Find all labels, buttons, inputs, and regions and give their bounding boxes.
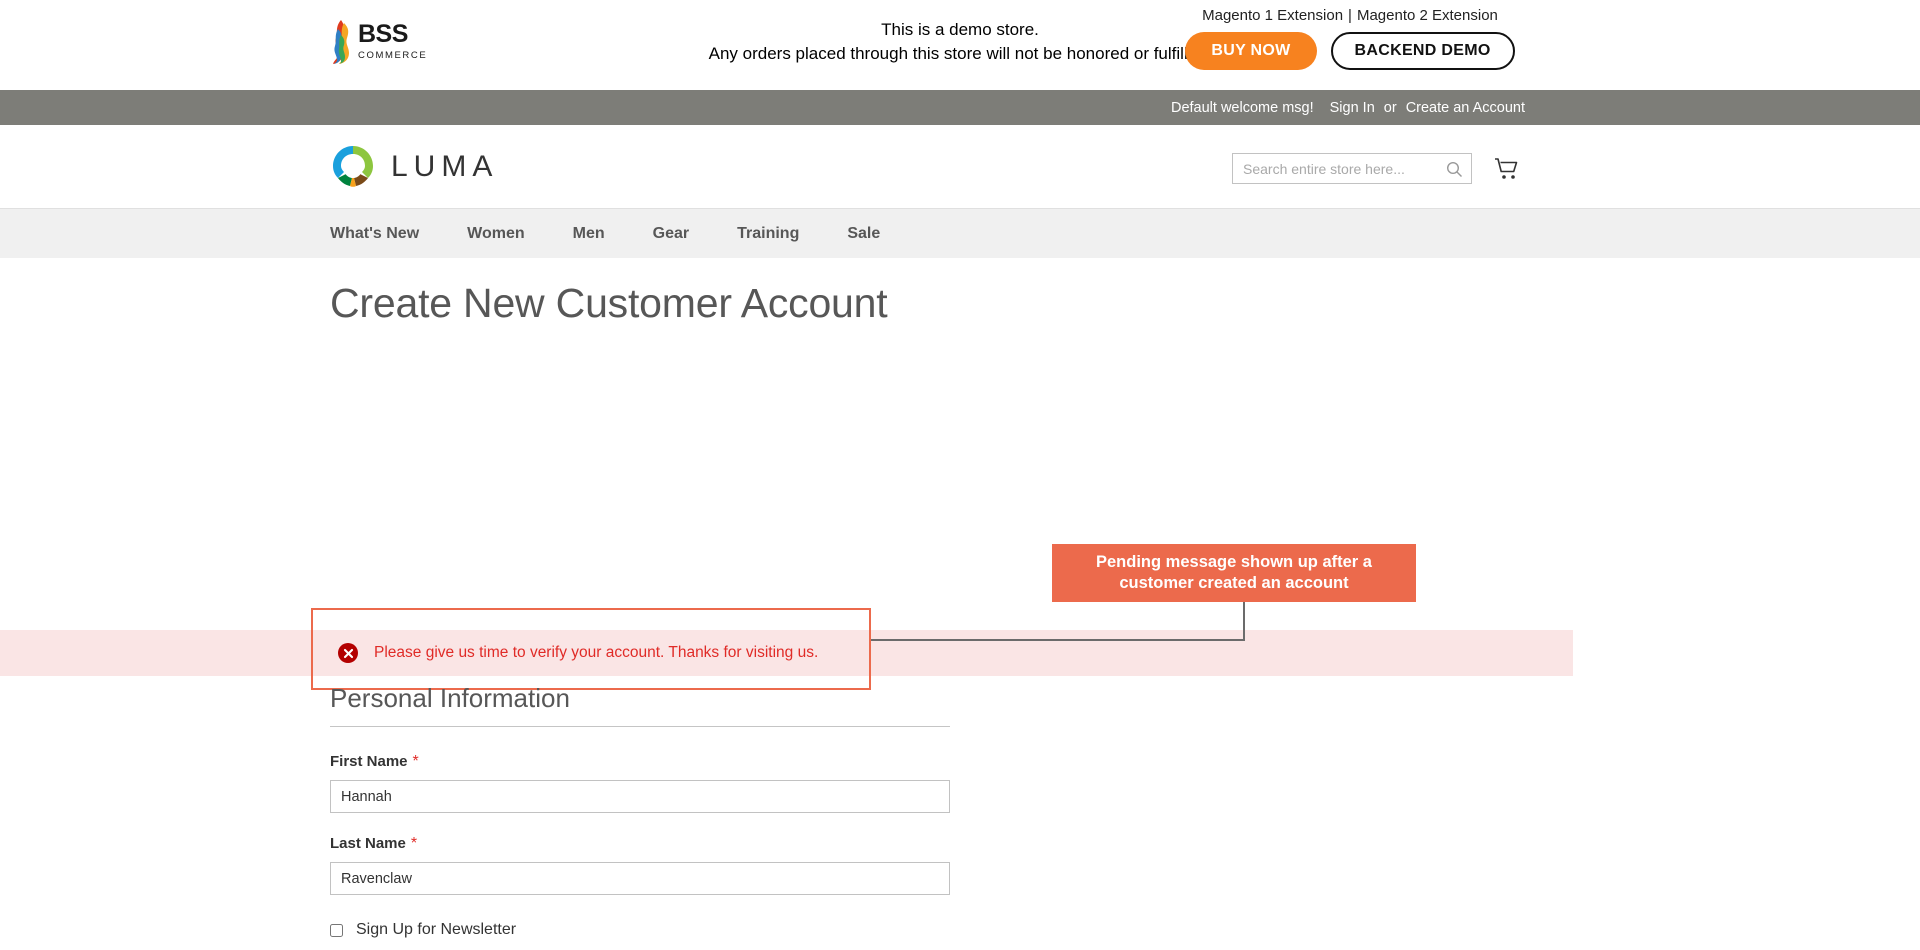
first-name-label-text: First Name (330, 753, 408, 770)
welcome-or-text: or (1383, 99, 1397, 116)
last-name-label-text: Last Name (330, 835, 406, 852)
nav-item-whats-new[interactable]: What's New (330, 225, 419, 243)
first-name-field: First Name * (330, 753, 950, 813)
last-name-required-star: * (410, 835, 418, 852)
first-name-required-star: * (412, 753, 419, 770)
magento-1-extension-link[interactable]: Magento 1 Extension (1202, 7, 1343, 24)
demo-notice-line-1: This is a demo store. (881, 20, 1039, 39)
newsletter-label: Sign Up for Newsletter (356, 921, 517, 938)
site-header: LUMA (0, 125, 1920, 208)
nav-item-sale[interactable]: Sale (847, 225, 880, 243)
annotation-connector-vertical (1243, 602, 1245, 640)
pending-message-banner: Please give us time to verify your accou… (0, 630, 1573, 676)
nav-item-women[interactable]: Women (467, 225, 524, 243)
backend-demo-button[interactable]: BACKEND DEMO (1330, 32, 1515, 70)
luma-logo[interactable]: LUMA (330, 144, 498, 190)
main-content: Create New Customer Account Please give … (0, 258, 1920, 938)
welcome-message: Default welcome msg! (1170, 99, 1314, 116)
link-separator: | (1348, 7, 1352, 24)
magento-2-extension-link[interactable]: Magento 2 Extension (1357, 7, 1498, 24)
create-account-link[interactable]: Create an Account (1406, 100, 1525, 116)
search-icon[interactable] (1446, 161, 1463, 178)
extension-links: Magento 1 Extension | Magento 2 Extension (1180, 7, 1520, 24)
shopping-cart-icon[interactable] (1494, 156, 1520, 182)
error-circle-x-icon (338, 643, 358, 663)
bss-logo-text: BSS (358, 20, 408, 49)
search-input[interactable] (1233, 154, 1471, 183)
first-name-label: First Name * (330, 753, 950, 771)
last-name-field: Last Name * (330, 835, 950, 895)
welcome-bar: Default welcome msg! Sign In or Create a… (0, 90, 1920, 125)
promo-button-group: BUY NOW BACKEND DEMO (1180, 32, 1520, 70)
demo-store-notice: This is a demo store. Any orders placed … (0, 18, 1920, 66)
bss-flame-icon (330, 19, 352, 65)
pending-message-text: Please give us time to verify your accou… (374, 644, 819, 661)
main-navigation: What's New Women Men Gear Training Sale (0, 208, 1920, 258)
annotation-connector-horizontal (871, 639, 1245, 641)
annotation-callout: Pending message shown up after a custome… (1052, 544, 1416, 602)
bss-logo-subtext: COMMERCE (358, 50, 428, 62)
luma-brand-text: LUMA (391, 150, 499, 183)
demo-notice-line-2: Any orders placed through this store wil… (708, 44, 1212, 63)
nav-item-training[interactable]: Training (737, 225, 799, 243)
buy-now-button[interactable]: BUY NOW (1185, 32, 1317, 70)
first-name-input[interactable] (330, 780, 950, 813)
header-search-area (1232, 153, 1520, 184)
promo-actions: Magento 1 Extension | Magento 2 Extension … (1180, 7, 1520, 70)
newsletter-checkbox[interactable] (330, 923, 343, 937)
luma-ring-icon (333, 146, 373, 187)
last-name-label: Last Name * (330, 835, 950, 853)
personal-information-legend: Personal Information (330, 683, 950, 727)
newsletter-row[interactable]: Sign Up for Newsletter (330, 921, 950, 939)
demo-promo-strip: BSS COMMERCE This is a demo store. Any o… (0, 0, 1920, 90)
create-account-form: Personal Information First Name* Last Na… (330, 683, 950, 950)
sign-in-link[interactable]: Sign In (1330, 100, 1375, 116)
search-box[interactable] (1232, 153, 1472, 184)
nav-item-men[interactable]: Men (573, 225, 605, 243)
last-name-input[interactable] (330, 862, 950, 895)
bss-commerce-logo[interactable]: BSS COMMERCE (330, 14, 428, 69)
nav-item-gear[interactable]: Gear (653, 225, 689, 243)
page-title: Create New Customer Account (330, 280, 888, 326)
